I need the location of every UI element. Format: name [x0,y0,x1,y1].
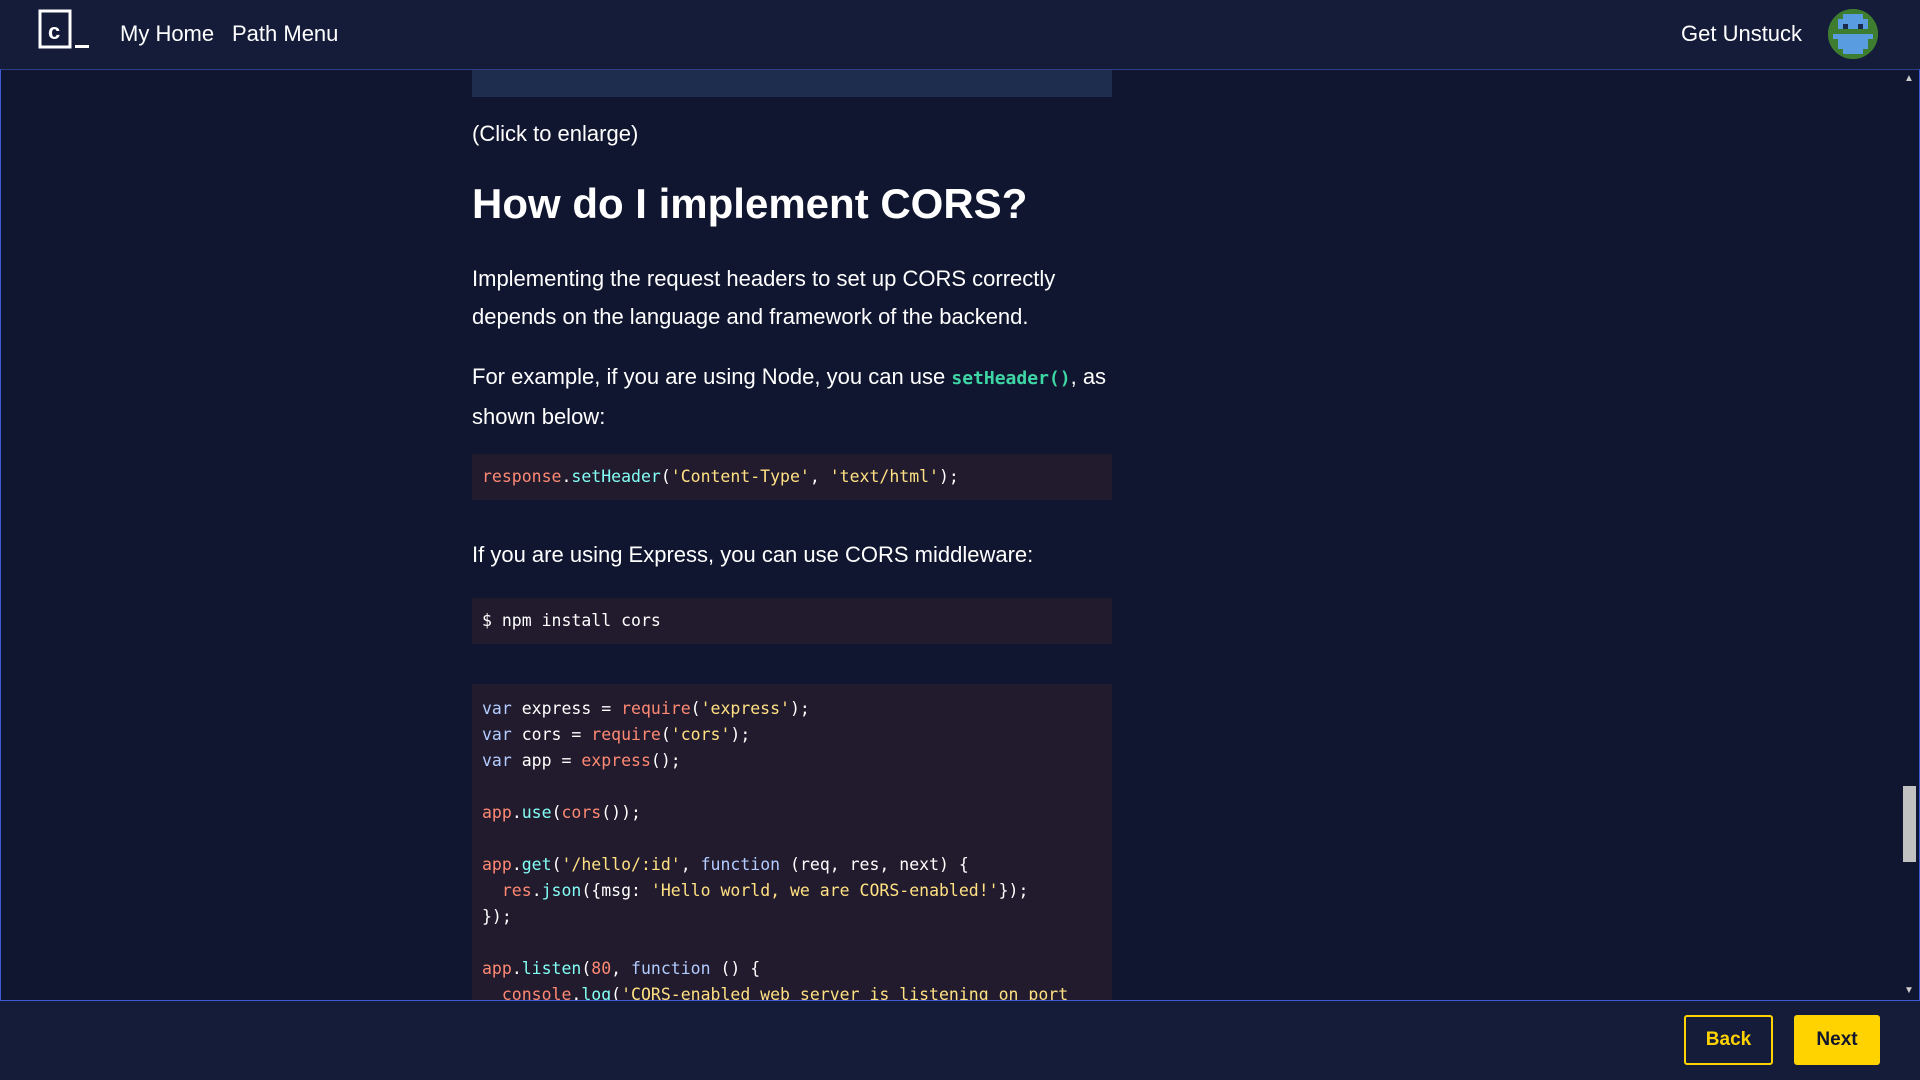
code-token: function [700,855,781,874]
code-token: . [511,803,522,822]
code-token: ( [551,803,562,822]
code-token: get [521,855,552,874]
code-token: . [571,985,582,1001]
code-token: 'cors' [670,725,731,744]
code-token: () { [710,959,761,978]
code-line: var app = express(); [482,748,1102,774]
code-token: response [482,467,562,486]
code-token: express = [511,699,622,718]
image-caption: (Click to enlarge) [472,121,639,146]
codecademy-logo-icon[interactable]: c [38,9,92,53]
code-token: ( [581,959,592,978]
code-token: json [541,881,582,900]
code-token: (); [650,751,681,770]
code-token: app [482,855,512,874]
code-token: ( [611,985,622,1001]
code-token: 'Hello world, we are CORS-enabled!' [650,881,999,900]
pixel-avatar-icon [1828,9,1878,59]
code-line: app.get('/hello/:id', function (req, res… [482,852,1102,878]
paragraph-text: For example, if you are using Node, you … [472,364,952,389]
code-token: ); [730,725,751,744]
code-block-npm-install: $ npm install cors [472,598,1112,644]
code-token: setHeader [571,467,661,486]
code-token: }); [482,907,512,926]
code-token: ); [939,467,959,486]
code-token: 80 [591,959,612,978]
code-token: ( [551,855,562,874]
code-token: ({msg: [581,881,651,900]
code-token: require [591,725,661,744]
code-token: (req, res, next) { [780,855,969,874]
code-block-express-cors: var express = require('express'); var cor… [472,684,1112,1001]
code-line: res.json({msg: 'Hello world, we are CORS… [482,878,1102,904]
code-line: app.use(cors()); [482,800,1102,826]
code-token: cors [561,803,602,822]
code-token: app [482,803,512,822]
code-token: }); [998,881,1029,900]
code-token: , [809,467,830,486]
code-token: ); [789,699,810,718]
code-token: , [680,855,701,874]
paragraph-node-example: For example, if you are using Node, you … [472,358,1112,436]
code-token: 'text/html' [829,467,939,486]
code-token: ( [660,467,671,486]
code-token: res [501,881,532,900]
avatar[interactable] [1828,9,1878,59]
scroll-down-arrow-icon[interactable]: ▼ [1900,982,1918,1000]
code-token: cors = [511,725,592,744]
code-token: 'CORS-enabled web server is listening on… [621,985,1069,1001]
code-token: function [631,959,711,978]
code-token: console [501,985,572,1001]
lesson-footer: Back Next [0,1001,1920,1080]
scroll-up-arrow-icon[interactable]: ▲ [1900,70,1918,88]
code-token: ( [690,699,701,718]
vertical-scrollbar[interactable]: ▲ ▼ [1900,70,1918,1000]
code-token: 'express' [700,699,790,718]
enlargeable-image[interactable] [472,70,1112,97]
back-button[interactable]: Back [1684,1015,1773,1065]
top-navbar: c My Home Path Menu Get Unstuck [0,0,1920,69]
code-token: var [482,751,512,770]
code-token: listen [521,959,582,978]
nav-path-menu[interactable]: Path Menu [232,21,338,47]
code-line: var express = require('express'); [482,696,1102,722]
code-token: use [521,803,552,822]
code-line: var cors = require('cors'); [482,722,1102,748]
code-token: ( [660,725,671,744]
code-token: app [482,959,512,978]
code-token: var [482,725,512,744]
code-token: express [581,751,651,770]
code-line: }); [482,904,1102,930]
code-token: '/hello/:id' [561,855,681,874]
lesson-content-viewport[interactable]: (Click to enlarge) How do I implement CO… [0,69,1920,1001]
code-token: , [611,959,632,978]
code-token: 'Content-Type' [670,467,810,486]
code-token: app = [511,751,582,770]
paragraph-express: If you are using Express, you can use CO… [472,542,1034,567]
get-unstuck-link[interactable]: Get Unstuck [1681,21,1802,47]
code-token: . [561,467,572,486]
code-block-setheader: response.setHeader('Content-Type', 'text… [472,454,1112,500]
code-token: ()); [601,803,641,822]
code-token: var [482,699,512,718]
paragraph-implementing: Implementing the request headers to set … [472,266,1056,329]
code-token: require [621,699,691,718]
code-token: . [511,855,522,874]
code-token: . [531,881,542,900]
inline-code-setheader: setHeader() [951,368,1071,389]
code-line: console.log('CORS-enabled web server is … [482,982,1102,1001]
scrollbar-thumb[interactable] [1903,786,1916,862]
next-button[interactable]: Next [1794,1015,1880,1065]
code-line: app.listen(80, function () { [482,956,1102,982]
code-token: log [581,985,612,1001]
code-token: . [511,959,522,978]
svg-text:c: c [48,19,60,44]
nav-my-home[interactable]: My Home [120,21,214,47]
section-heading: How do I implement CORS? [472,180,1028,227]
